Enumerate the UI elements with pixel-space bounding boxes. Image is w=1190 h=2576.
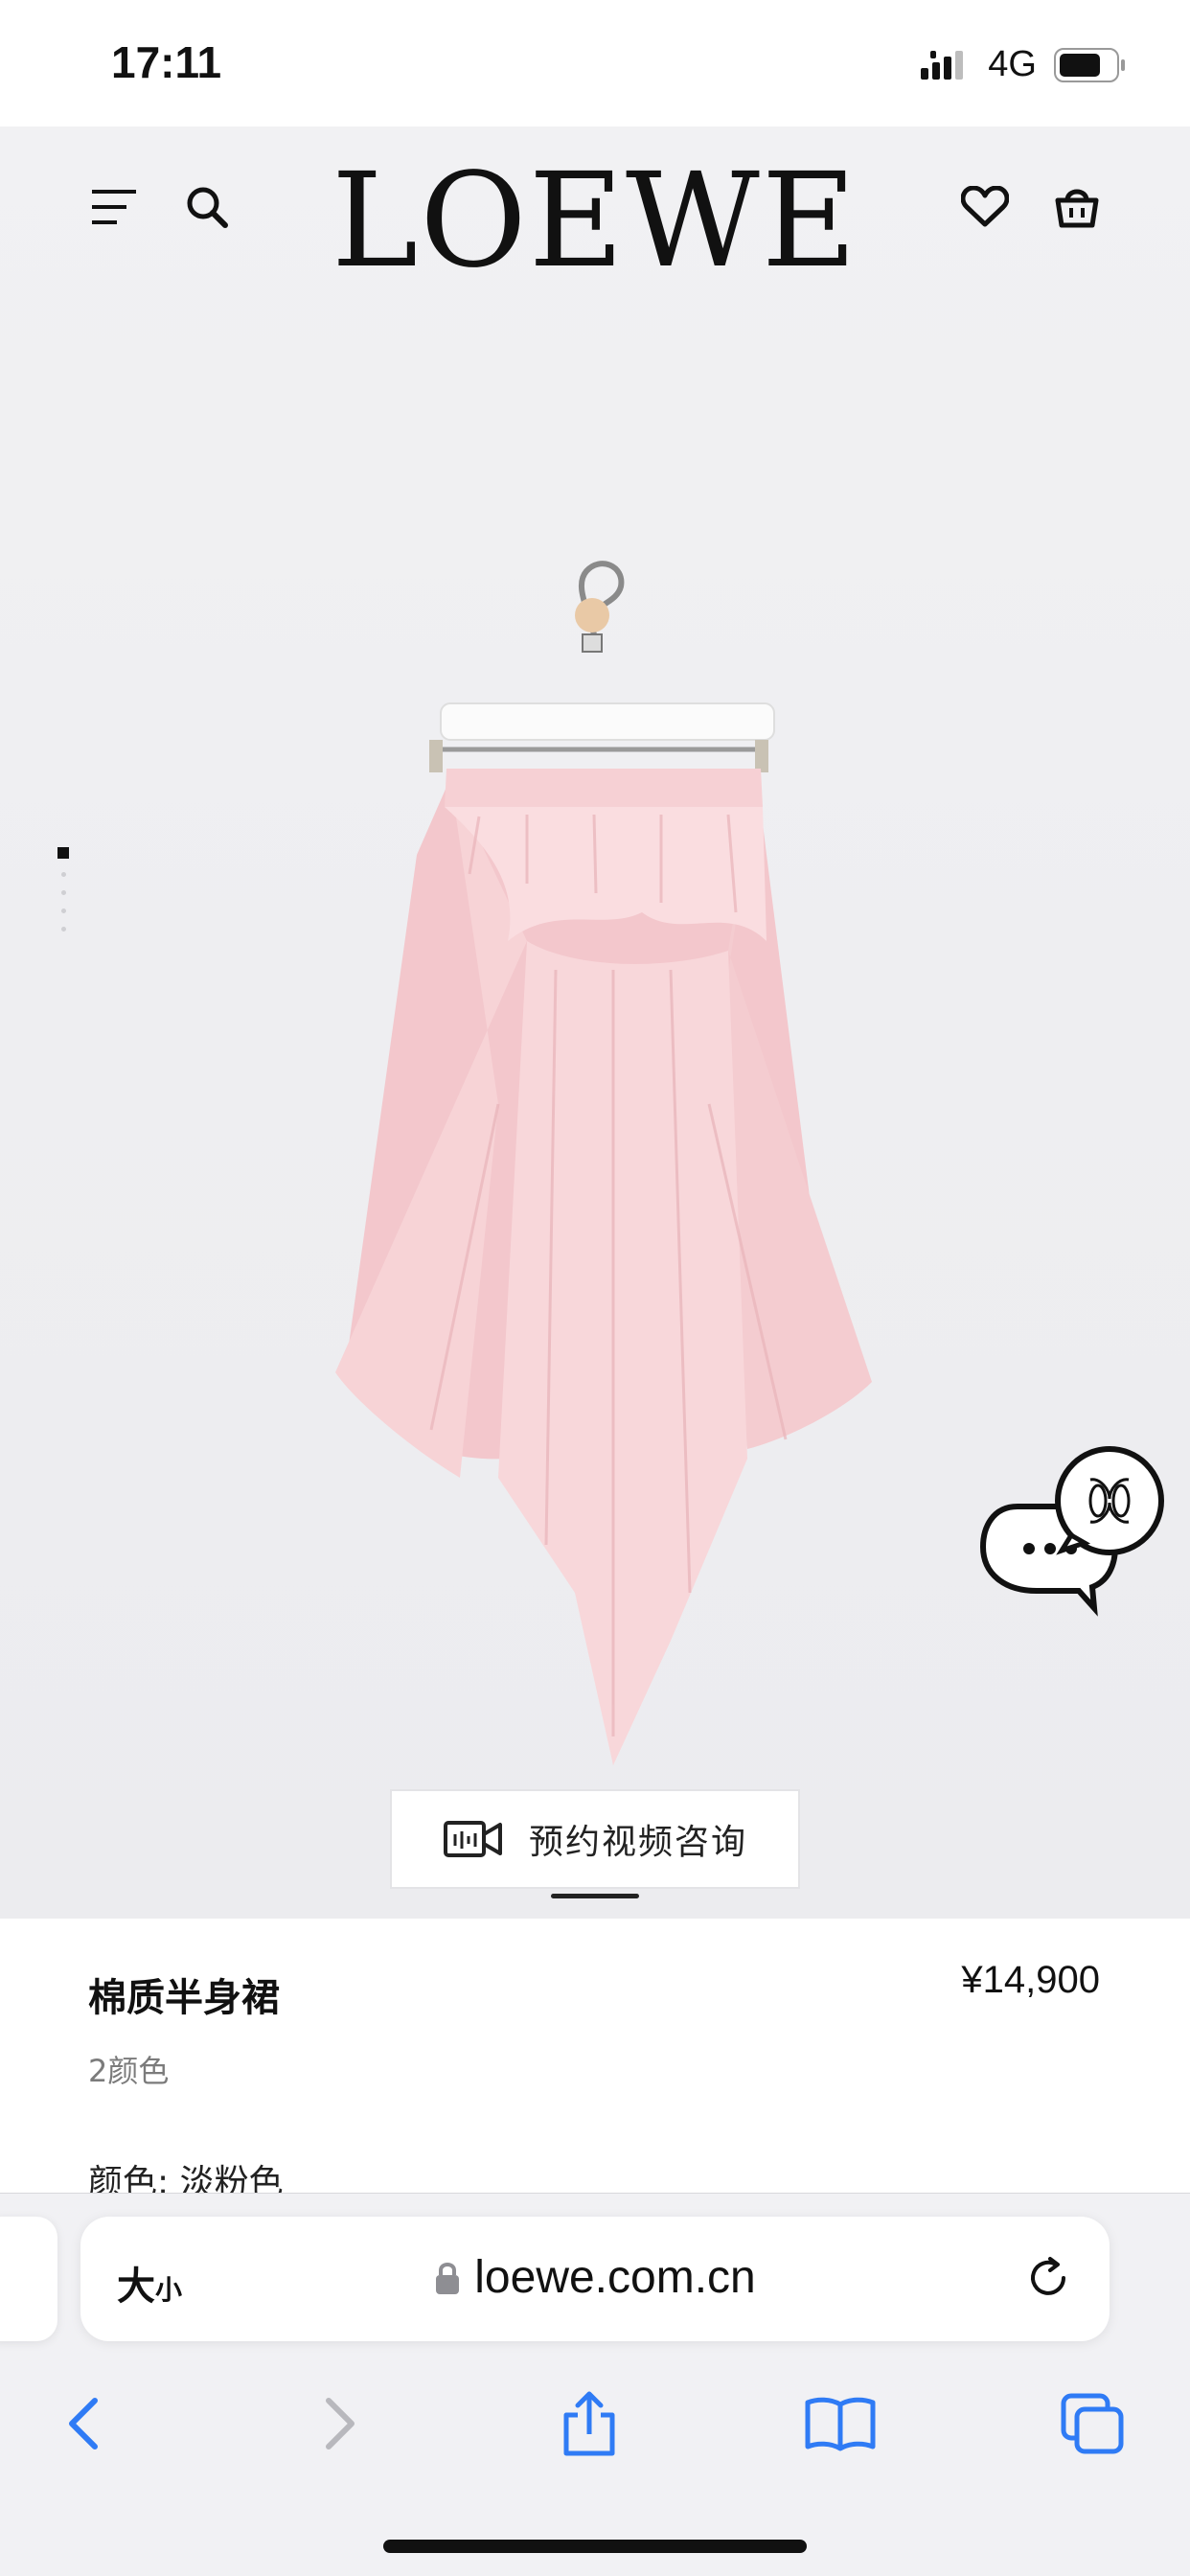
heart-icon[interactable] — [958, 180, 1012, 234]
forward-button[interactable] — [297, 2376, 383, 2472]
gallery-pager[interactable] — [57, 847, 69, 932]
video-camera-icon — [443, 1821, 502, 1857]
battery-icon — [1054, 47, 1125, 82]
shopping-bag-icon[interactable] — [1050, 180, 1104, 234]
status-indicators: 4G — [921, 44, 1127, 85]
bookmarks-button[interactable] — [797, 2376, 883, 2472]
url-display[interactable]: loewe.com.cn — [80, 2251, 1110, 2304]
product-image[interactable] — [211, 491, 996, 1794]
video-consult-button[interactable]: 预约视频咨询 — [390, 1789, 800, 1889]
network-type: 4G — [988, 44, 1037, 84]
pager-dot[interactable] — [60, 927, 66, 932]
chevron-right-icon — [326, 2398, 355, 2450]
video-consult-label: 预约视频咨询 — [528, 1823, 747, 1862]
pager-dot-active[interactable] — [57, 847, 69, 859]
header-right-actions — [958, 180, 1104, 234]
book-icon — [805, 2397, 876, 2451]
lock-icon — [436, 2262, 460, 2294]
tabs-icon — [1061, 2393, 1124, 2454]
status-time: 17:11 — [111, 37, 222, 87]
browser-toolbar — [0, 2376, 1190, 2481]
chevron-left-icon — [69, 2398, 98, 2450]
product-info: 棉质半身裙 ¥14,900 2颜色 颜色: 淡粉色 — [0, 1919, 1190, 2193]
product-name: 棉质半身裙 — [88, 1976, 280, 2020]
color-count[interactable]: 2颜色 — [88, 2047, 169, 2091]
share-button[interactable] — [546, 2376, 632, 2472]
signal-icon — [921, 50, 964, 80]
status-bar: 17:11 4G — [0, 0, 1190, 126]
browser-bar: 大小 loewe.com.cn — [0, 2193, 1190, 2576]
address-bar[interactable]: 大小 loewe.com.cn — [80, 2217, 1110, 2341]
url-text: loewe.com.cn — [474, 2252, 756, 2303]
previous-tab-preview[interactable] — [0, 2217, 57, 2341]
tabs-button[interactable] — [1050, 2376, 1136, 2472]
selected-color: 颜色: 淡粉色 — [88, 2163, 284, 2193]
share-icon — [563, 2391, 615, 2456]
reload-icon[interactable] — [1023, 2253, 1073, 2307]
chat-bubble-icon[interactable] — [979, 1439, 1171, 1631]
pager-dot[interactable] — [60, 872, 66, 877]
pager-dot[interactable] — [60, 890, 66, 895]
product-price: ¥14,900 — [961, 1959, 1100, 2001]
pager-dot[interactable] — [60, 908, 66, 913]
product-gallery[interactable]: LOEWE 预约视频咨询 — [0, 126, 1190, 2043]
back-button[interactable] — [40, 2376, 126, 2472]
sheet-handle[interactable] — [551, 1894, 639, 1898]
home-indicator[interactable] — [383, 2540, 807, 2553]
